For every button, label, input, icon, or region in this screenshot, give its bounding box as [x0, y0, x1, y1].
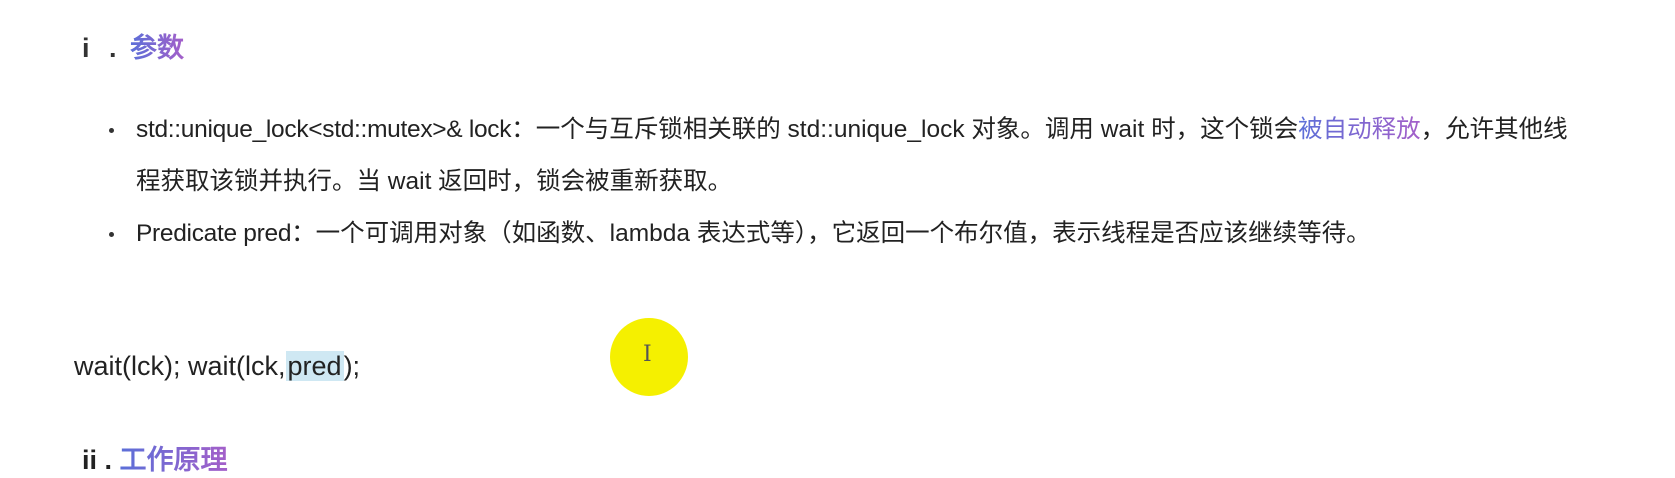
code-text-end: );: [343, 351, 361, 381]
section-heading-params: i . 参数: [82, 30, 184, 66]
parameter-list: std::unique_lock<std::mutex>& lock：一个与互斥…: [100, 104, 1580, 260]
document-page: i . 参数 std::unique_lock<std::mutex>& loc…: [0, 0, 1675, 475]
code-text: wait(lck); wait(lck,: [74, 351, 286, 381]
section-number: ii .: [82, 445, 113, 475]
list-item-lock: std::unique_lock<std::mutex>& lock：一个与互斥…: [100, 104, 1580, 208]
code-example[interactable]: wait(lck); wait(lck,pred);: [74, 346, 360, 386]
param-highlight: 被自动释放: [1298, 116, 1421, 143]
param-term: std::unique_lock<std::mutex>& lock: [136, 116, 512, 143]
list-item-pred: Predicate pred：一个可调用对象（如函数、lambda 表达式等），…: [100, 208, 1580, 260]
section-heading-next: ii . 工作原理: [82, 442, 228, 478]
section-title: 工作原理: [119, 445, 228, 475]
selected-text[interactable]: pred: [285, 351, 344, 381]
section-number: i .: [82, 33, 123, 63]
param-desc: ：一个与互斥锁相关联的 std::unique_lock 对象。调用 wait …: [511, 116, 1299, 143]
text-cursor-icon: I: [643, 342, 652, 367]
param-term: Predicate pred: [136, 220, 292, 247]
section-title: 参数: [130, 33, 185, 63]
param-desc: ：一个可调用对象（如函数、lambda 表达式等），它返回一个布尔值，表示线程是…: [291, 220, 1371, 247]
